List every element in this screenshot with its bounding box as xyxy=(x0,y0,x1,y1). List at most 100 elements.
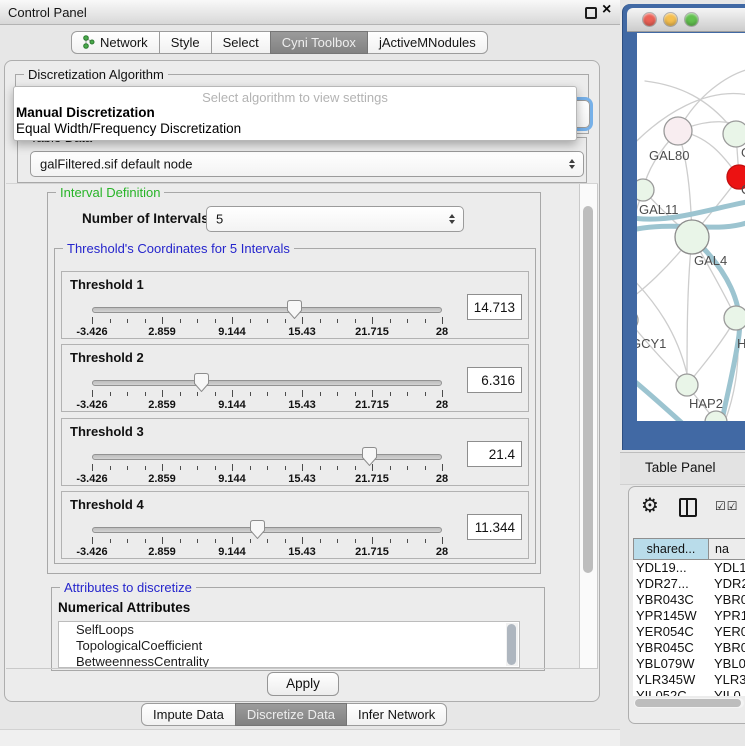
algorithm-popup: Select algorithm to view settings Manual… xyxy=(13,86,577,141)
threshold-2-slider[interactable]: -3.4262.8599.14415.4321.71528 xyxy=(92,375,442,411)
axis-tick-label: 15.43 xyxy=(288,473,316,485)
column-header-name[interactable]: na xyxy=(709,538,745,560)
horizontal-scrollbar[interactable] xyxy=(634,698,744,708)
float-window-icon[interactable] xyxy=(585,7,597,19)
select-columns-icon[interactable]: ☑☑ xyxy=(715,499,739,513)
list-item[interactable]: TopologicalCoefficient xyxy=(59,638,519,654)
tick-mark xyxy=(267,392,268,396)
table-body: YDL19...YDL1YDR27...YDR2YBR043CYBR0YPR14… xyxy=(633,560,745,696)
network-edge xyxy=(637,320,687,385)
table-row[interactable]: YDL19...YDL1 xyxy=(633,560,745,576)
table-data-combobox[interactable]: galFiltered.sif default node xyxy=(30,151,584,177)
tab-label: jActiveMNodules xyxy=(379,35,476,50)
axis-tick-label: -3.426 xyxy=(76,546,107,558)
threshold-1-slider[interactable]: -3.4262.8599.14415.4321.71528 xyxy=(92,302,442,338)
tick-mark xyxy=(355,466,356,470)
threshold-value-field[interactable]: 11.344 xyxy=(467,514,522,540)
cell-shared-name: YIL052C xyxy=(633,688,709,696)
horizontal-scrollbar-thumb[interactable] xyxy=(635,699,741,707)
tab-impute-data[interactable]: Impute Data xyxy=(141,703,236,726)
threshold-3-slider[interactable]: -3.4262.8599.14415.4321.71528 xyxy=(92,449,442,485)
tab-style[interactable]: Style xyxy=(159,31,212,54)
list-item[interactable]: BetweennessCentrality xyxy=(59,654,519,668)
list-scrollbar[interactable] xyxy=(506,623,518,666)
group-label: Threshold's Coordinates for 5 Intervals xyxy=(63,241,294,256)
threshold-label: Threshold 4 xyxy=(70,497,144,512)
network-node[interactable] xyxy=(676,374,698,396)
table-row[interactable]: YDR27...YDR2 xyxy=(633,576,745,592)
table-row[interactable]: YLR345WYLR3 xyxy=(633,672,745,688)
slider-thumb[interactable] xyxy=(194,373,209,392)
popup-item-equal-width-frequency[interactable]: Equal Width/Frequency Discretization xyxy=(16,121,241,136)
tab-jactivemnodules[interactable]: jActiveMNodules xyxy=(367,31,488,54)
slider-track[interactable] xyxy=(92,307,442,313)
tick-mark xyxy=(442,537,443,544)
close-icon[interactable]: × xyxy=(602,1,611,19)
network-node[interactable] xyxy=(723,121,745,147)
threshold-4-panel: Threshold 4 -3.4262.8599.14415.4321.7152… xyxy=(61,491,529,559)
threshold-value-field[interactable]: 6.316 xyxy=(467,367,522,393)
threshold-value-field[interactable]: 14.713 xyxy=(467,294,522,320)
list-scrollbar-thumb[interactable] xyxy=(507,624,516,665)
network-node[interactable] xyxy=(637,179,654,201)
tick-mark xyxy=(197,466,198,470)
table-row[interactable]: YBL079WYBL0 xyxy=(633,656,745,672)
group-label: Discretization Algorithm xyxy=(24,67,168,82)
slider-thumb[interactable] xyxy=(250,520,265,539)
number-of-intervals-combobox[interactable]: 5 xyxy=(206,206,464,232)
slider-track[interactable] xyxy=(92,527,442,533)
slider-track[interactable] xyxy=(92,454,442,460)
table-row[interactable]: YBR045CYBR0 xyxy=(633,640,745,656)
slider-thumb[interactable] xyxy=(362,447,377,466)
threshold-4-slider[interactable]: -3.4262.8599.14415.4321.71528 xyxy=(92,522,442,558)
tick-mark xyxy=(442,464,443,471)
close-traffic-light[interactable] xyxy=(643,13,656,26)
network-node[interactable] xyxy=(724,306,745,330)
tick-mark xyxy=(355,319,356,323)
tab-label: Cyni Toolbox xyxy=(282,35,356,50)
numerical-attributes-list[interactable]: SelfLoops TopologicalCoefficient Between… xyxy=(58,621,520,668)
threshold-value-field[interactable]: 21.4 xyxy=(467,441,522,467)
popup-item-manual-discretization[interactable]: Manual Discretization xyxy=(16,105,155,120)
table-row[interactable]: YER054CYER0 xyxy=(633,624,745,640)
tab-cyni-toolbox[interactable]: Cyni Toolbox xyxy=(270,31,368,54)
tick-mark xyxy=(337,539,338,543)
cyni-toolbox-panel: Discretization Algorithm Select algorith… xyxy=(4,60,600,702)
network-node[interactable] xyxy=(637,310,638,330)
network-node[interactable] xyxy=(664,117,692,145)
network-node[interactable] xyxy=(675,220,709,254)
slider-track[interactable] xyxy=(92,380,442,386)
table-row[interactable]: YBR043CYBR0 xyxy=(633,592,745,608)
vertical-scrollbar-thumb[interactable] xyxy=(583,206,593,573)
tick-mark xyxy=(407,466,408,470)
tab-infer-network[interactable]: Infer Network xyxy=(346,703,447,726)
zoom-traffic-light[interactable] xyxy=(685,13,698,26)
tick-mark xyxy=(250,539,251,543)
tick-mark xyxy=(267,319,268,323)
tab-network[interactable]: Network xyxy=(71,31,160,54)
tick-mark xyxy=(267,539,268,543)
slider-thumb[interactable] xyxy=(287,300,302,319)
apply-button[interactable]: Apply xyxy=(267,672,339,696)
table-row[interactable]: YIL052CYIL0 xyxy=(633,688,745,696)
tab-discretize-data[interactable]: Discretize Data xyxy=(235,703,347,726)
cell-shared-name: YER054C xyxy=(633,624,709,640)
list-item[interactable]: SelfLoops xyxy=(59,622,519,638)
tick-mark xyxy=(162,464,163,471)
tick-mark xyxy=(337,392,338,396)
split-panel-icon[interactable] xyxy=(679,498,697,517)
popup-hint: Select algorithm to view settings xyxy=(14,90,576,105)
tab-label: Discretize Data xyxy=(247,707,335,722)
tick-mark xyxy=(232,317,233,324)
gear-icon[interactable]: ⚙ xyxy=(641,493,659,517)
minimize-traffic-light[interactable] xyxy=(664,13,677,26)
network-canvas[interactable]: GAL80GACGAL11GAL4GCY1HHAP2 xyxy=(637,33,745,421)
table-row[interactable]: YPR145WYPR1 xyxy=(633,608,745,624)
tick-mark xyxy=(215,539,216,543)
column-header-shared[interactable]: shared... xyxy=(633,538,709,560)
tick-mark xyxy=(320,319,321,323)
tab-label: Infer Network xyxy=(358,707,435,722)
tab-select[interactable]: Select xyxy=(211,31,271,54)
axis-tick-label: 21.715 xyxy=(355,326,389,338)
vertical-scrollbar[interactable] xyxy=(579,184,598,668)
